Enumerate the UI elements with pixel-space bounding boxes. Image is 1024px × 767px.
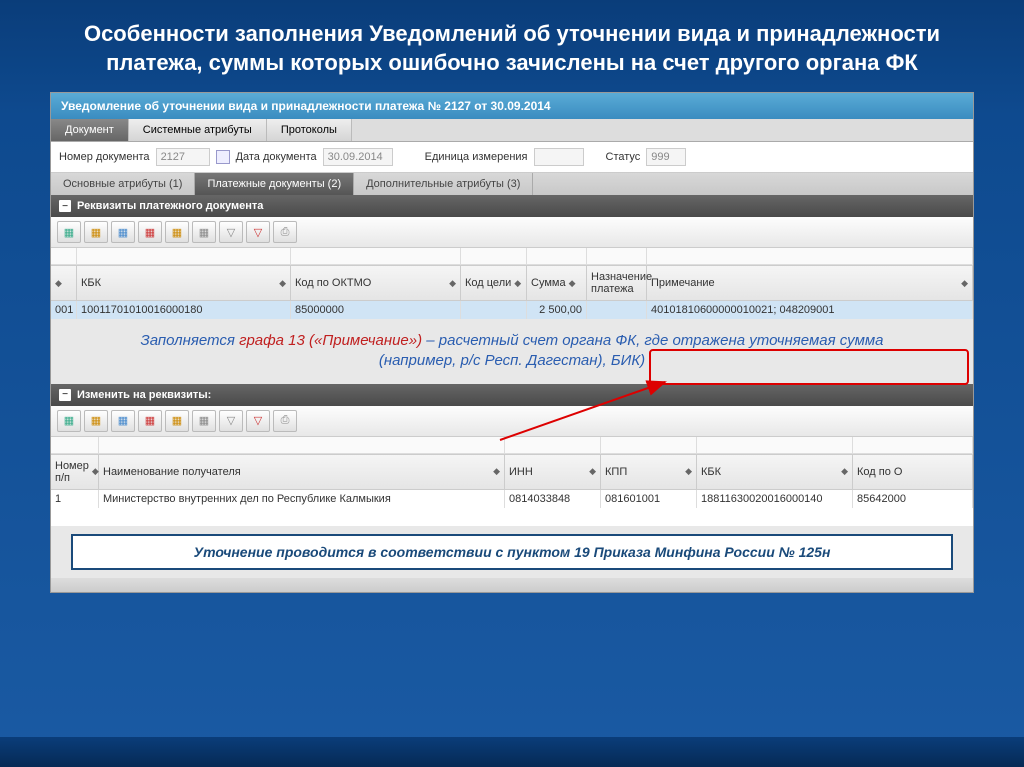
col-inn[interactable]: ИНН [509, 466, 533, 478]
cell-goal [461, 301, 527, 319]
main-tabs: Документ Системные атрибуты Протоколы [51, 119, 973, 142]
section2-grid: Номер п/п◆ Наименование получателя◆ ИНН◆… [51, 437, 973, 526]
grid-btn-3[interactable]: ▦ [111, 410, 135, 432]
grid-btn-6[interactable]: ▦ [192, 410, 216, 432]
sub-tabs: Основные атрибуты (1) Платежные документ… [51, 173, 973, 195]
grid-btn-2[interactable]: ▦ [84, 221, 108, 243]
bottom-band [0, 737, 1024, 767]
filter-clear-icon[interactable]: ▽ [246, 221, 270, 243]
sort-icon[interactable]: ◆ [514, 278, 521, 289]
col-kpp[interactable]: КПП [605, 466, 627, 478]
sort-icon[interactable]: ◆ [569, 278, 576, 289]
print-icon[interactable]: ⎙ [273, 410, 297, 432]
cell-note: 40101810600000010021; 048209001 [647, 301, 973, 319]
grid-btn-4[interactable]: ▦ [138, 410, 162, 432]
subtab-payment-docs[interactable]: Платежные документы (2) [195, 173, 354, 195]
cell-kpp: 081601001 [601, 490, 697, 508]
cell-purpose [587, 301, 647, 319]
cell-sum: 2 500,00 [527, 301, 587, 319]
sort-icon[interactable]: ◆ [279, 278, 286, 289]
grid-btn-6[interactable]: ▦ [192, 221, 216, 243]
window-titlebar: Уведомление об уточнении вида и принадле… [51, 93, 973, 119]
document-icon [216, 150, 230, 164]
tab-system-attrs[interactable]: Системные атрибуты [129, 119, 267, 141]
filter-icon[interactable]: ▽ [219, 221, 243, 243]
cell-oktmo: 85000000 [291, 301, 461, 319]
sort-icon[interactable]: ◆ [685, 466, 692, 477]
collapse-icon[interactable]: − [59, 200, 71, 212]
section2-toolbar: ▦ ▦ ▦ ▦ ▦ ▦ ▽ ▽ ⎙ [51, 406, 973, 437]
footer-note: Уточнение проводится в соответствии с пу… [71, 534, 953, 570]
slide-title: Особенности заполнения Уведомлений об ут… [0, 0, 1024, 92]
cell-kbk: 10011701010016000180 [77, 301, 291, 319]
subtab-main-attrs[interactable]: Основные атрибуты (1) [51, 173, 195, 195]
sort-icon[interactable]: ◆ [961, 278, 968, 289]
col-kbk2[interactable]: КБК [701, 466, 721, 478]
collapse-icon[interactable]: − [59, 389, 71, 401]
col-recipient[interactable]: Наименование получателя [103, 466, 241, 478]
col-oktmo[interactable]: Код по ОКТМО [295, 277, 371, 289]
col-purpose[interactable]: Назначение платежа [591, 271, 652, 295]
col-kbk[interactable]: КБК [81, 277, 101, 289]
table-row[interactable]: 1 Министерство внутренних дел по Республ… [51, 490, 973, 508]
col-note[interactable]: Примечание [651, 277, 715, 289]
grid-btn-5[interactable]: ▦ [165, 221, 189, 243]
doc-date-label: Дата документа [236, 151, 317, 163]
section1-grid: ◆ КБК◆ Код по ОКТМО◆ Код цели◆ Сумма◆ На… [51, 248, 973, 319]
cell-num2: 1 [51, 490, 99, 508]
unit-label: Единица измерения [425, 151, 528, 163]
col-num[interactable]: Номер п/п [55, 460, 89, 484]
doc-number-input[interactable] [156, 148, 210, 166]
sort-icon[interactable]: ◆ [55, 278, 62, 289]
filter-icon[interactable]: ▽ [219, 410, 243, 432]
subtab-additional-attrs[interactable]: Дополнительные атрибуты (3) [354, 173, 533, 195]
app-window: Уведомление об уточнении вида и принадле… [50, 92, 974, 593]
filter-clear-icon[interactable]: ▽ [246, 410, 270, 432]
section1-header[interactable]: − Реквизиты платежного документа [51, 195, 973, 217]
unit-input[interactable] [534, 148, 584, 166]
grid-btn-2[interactable]: ▦ [84, 410, 108, 432]
cell-num: 001 [51, 301, 77, 319]
tab-document[interactable]: Документ [51, 119, 129, 141]
col-sum[interactable]: Сумма [531, 277, 566, 289]
grid-btn-1[interactable]: ▦ [57, 410, 81, 432]
cell-kbk2: 18811630020016000140 [697, 490, 853, 508]
sort-icon[interactable]: ◆ [449, 278, 456, 289]
section2-title: Изменить на реквизиты: [77, 389, 211, 401]
status-input[interactable] [646, 148, 686, 166]
section1-toolbar: ▦ ▦ ▦ ▦ ▦ ▦ ▽ ▽ ⎙ [51, 217, 973, 248]
cell-name: Министерство внутренних дел по Республик… [99, 490, 505, 508]
grid-btn-3[interactable]: ▦ [111, 221, 135, 243]
doc-date-input[interactable] [323, 148, 393, 166]
sort-icon[interactable]: ◆ [589, 466, 596, 477]
doc-form-row: Номер документа Дата документа Единица и… [51, 142, 973, 173]
cell-oktmo2: 85642000 [853, 490, 973, 508]
tab-protocols[interactable]: Протоколы [267, 119, 352, 141]
sort-icon[interactable]: ◆ [841, 466, 848, 477]
table-row[interactable]: 001 10011701010016000180 85000000 2 500,… [51, 301, 973, 319]
section2-header[interactable]: − Изменить на реквизиты: [51, 384, 973, 406]
col-oktmo2[interactable]: Код по О [857, 466, 902, 478]
sort-icon[interactable]: ◆ [493, 466, 500, 477]
col-goal[interactable]: Код цели [465, 277, 511, 289]
grid-btn-4[interactable]: ▦ [138, 221, 162, 243]
grid-btn-5[interactable]: ▦ [165, 410, 189, 432]
annotation-text: Заполняется графа 13 («Примечание») – ра… [51, 319, 973, 384]
print-icon[interactable]: ⎙ [273, 221, 297, 243]
cell-inn: 0814033848 [505, 490, 601, 508]
sort-icon[interactable]: ◆ [92, 466, 99, 477]
status-label: Статус [606, 151, 641, 163]
grid-btn-1[interactable]: ▦ [57, 221, 81, 243]
doc-number-label: Номер документа [59, 151, 150, 163]
section1-title: Реквизиты платежного документа [77, 200, 263, 212]
